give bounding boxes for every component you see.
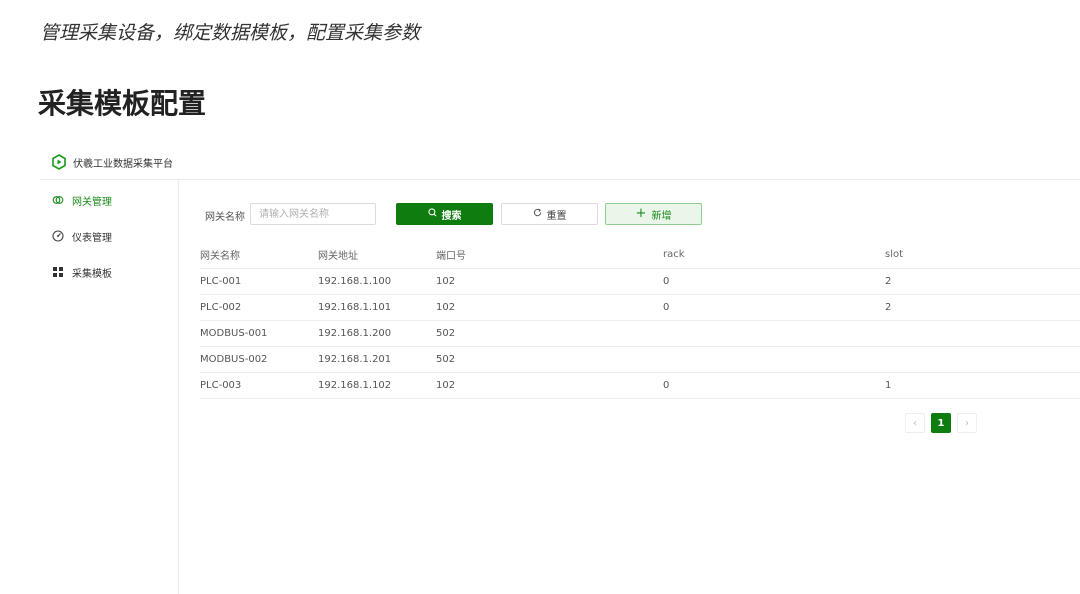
sidebar-item-gauge[interactable]: 仪表管理 (52, 226, 112, 246)
gateway-table: 网关名称 网关地址 端口号 rack slot PLC-001 192.168.1… (200, 242, 1080, 399)
table-cell: 102 (436, 372, 663, 399)
gateway-icon (52, 194, 64, 206)
app-header: 伏羲工业数据采集平台 (40, 145, 1080, 180)
table-cell: MODBUS-002 (200, 346, 318, 373)
table-cell (663, 346, 885, 373)
doc-subtitle: 管理采集设备，绑定数据模板，配置采集参数 (40, 22, 421, 44)
table-cell: 2 (885, 268, 1080, 295)
table-row[interactable]: PLC-003 192.168.1.102 102 0 1 (200, 372, 1080, 399)
table-row[interactable]: MODBUS-002 192.168.1.201 502 (200, 346, 1080, 373)
table-cell: 0 (663, 294, 885, 321)
table-cell (885, 320, 1080, 347)
table-cell: 502 (436, 320, 663, 347)
table-cell: PLC-002 (200, 294, 318, 321)
table-cell: 0 (663, 372, 885, 399)
main-content: 网关名称 搜索 重置 + 新增 (180, 180, 1080, 594)
table-cell (885, 346, 1080, 373)
sidebar-item-template[interactable]: 采集模板 (52, 262, 112, 282)
column-header: 网关地址 (318, 242, 436, 269)
app-window: 伏羲工业数据采集平台 网关管理 仪表管理 采集模板 网关名称 请输入网关名称 搜… (40, 145, 1080, 594)
add-button-label: 新增 (651, 210, 672, 222)
gateway-name-label: 网关名称 (205, 212, 245, 223)
app-title: 伏羲工业数据采集平台 (73, 158, 173, 170)
refresh-icon (533, 208, 542, 220)
logo-icon (51, 154, 67, 170)
table-cell: 102 (436, 268, 663, 295)
table-cell: 192.168.1.101 (318, 294, 436, 321)
table-row[interactable]: PLC-001 192.168.1.100 102 0 2 (200, 268, 1080, 295)
sidebar-item-gateway[interactable]: 网关管理 (52, 190, 112, 210)
table-cell: 102 (436, 294, 663, 321)
column-header: 端口号 (436, 242, 663, 269)
table-cell: MODBUS-001 (200, 320, 318, 347)
table-cell: 192.168.1.200 (318, 320, 436, 347)
prev-page-button[interactable]: ‹ (905, 413, 925, 433)
table-cell: 1 (885, 372, 1080, 399)
next-page-button[interactable]: › (957, 413, 977, 433)
table-header-row: 网关名称 网关地址 端口号 rack slot (200, 242, 1080, 269)
table-cell: 502 (436, 346, 663, 373)
doc-heading: 采集模板配置 (38, 87, 207, 120)
sidebar-item-label: 网关管理 (72, 196, 112, 208)
search-button-label: 搜索 (441, 210, 462, 222)
table-cell: 192.168.1.100 (318, 268, 436, 295)
gateway-name-input[interactable] (250, 203, 376, 225)
page-1-button[interactable]: 1 (931, 413, 951, 433)
table-cell: 192.168.1.102 (318, 372, 436, 399)
sidebar-item-label: 采集模板 (72, 268, 112, 280)
plus-icon: + (635, 206, 647, 221)
search-button[interactable]: 搜索 (396, 203, 493, 225)
table-cell: PLC-001 (200, 268, 318, 295)
grid-icon (52, 266, 64, 278)
gauge-icon (52, 230, 64, 242)
table-row[interactable]: MODBUS-001 192.168.1.200 502 (200, 320, 1080, 347)
sidebar-item-label: 仪表管理 (72, 232, 112, 244)
search-icon (427, 208, 437, 220)
column-header: slot (885, 242, 1080, 269)
reset-button[interactable]: 重置 (501, 203, 598, 225)
sidebar: 网关管理 仪表管理 采集模板 (40, 180, 179, 594)
table-cell: 0 (663, 268, 885, 295)
add-button[interactable]: + 新增 (605, 203, 702, 225)
table-cell: 192.168.1.201 (318, 346, 436, 373)
table-row[interactable]: PLC-002 192.168.1.101 102 0 2 (200, 294, 1080, 321)
column-header: rack (663, 242, 885, 269)
table-cell: 2 (885, 294, 1080, 321)
table-cell (663, 320, 885, 347)
column-header: 网关名称 (200, 242, 318, 269)
reset-button-label: 重置 (546, 210, 567, 222)
table-cell: PLC-003 (200, 372, 318, 399)
